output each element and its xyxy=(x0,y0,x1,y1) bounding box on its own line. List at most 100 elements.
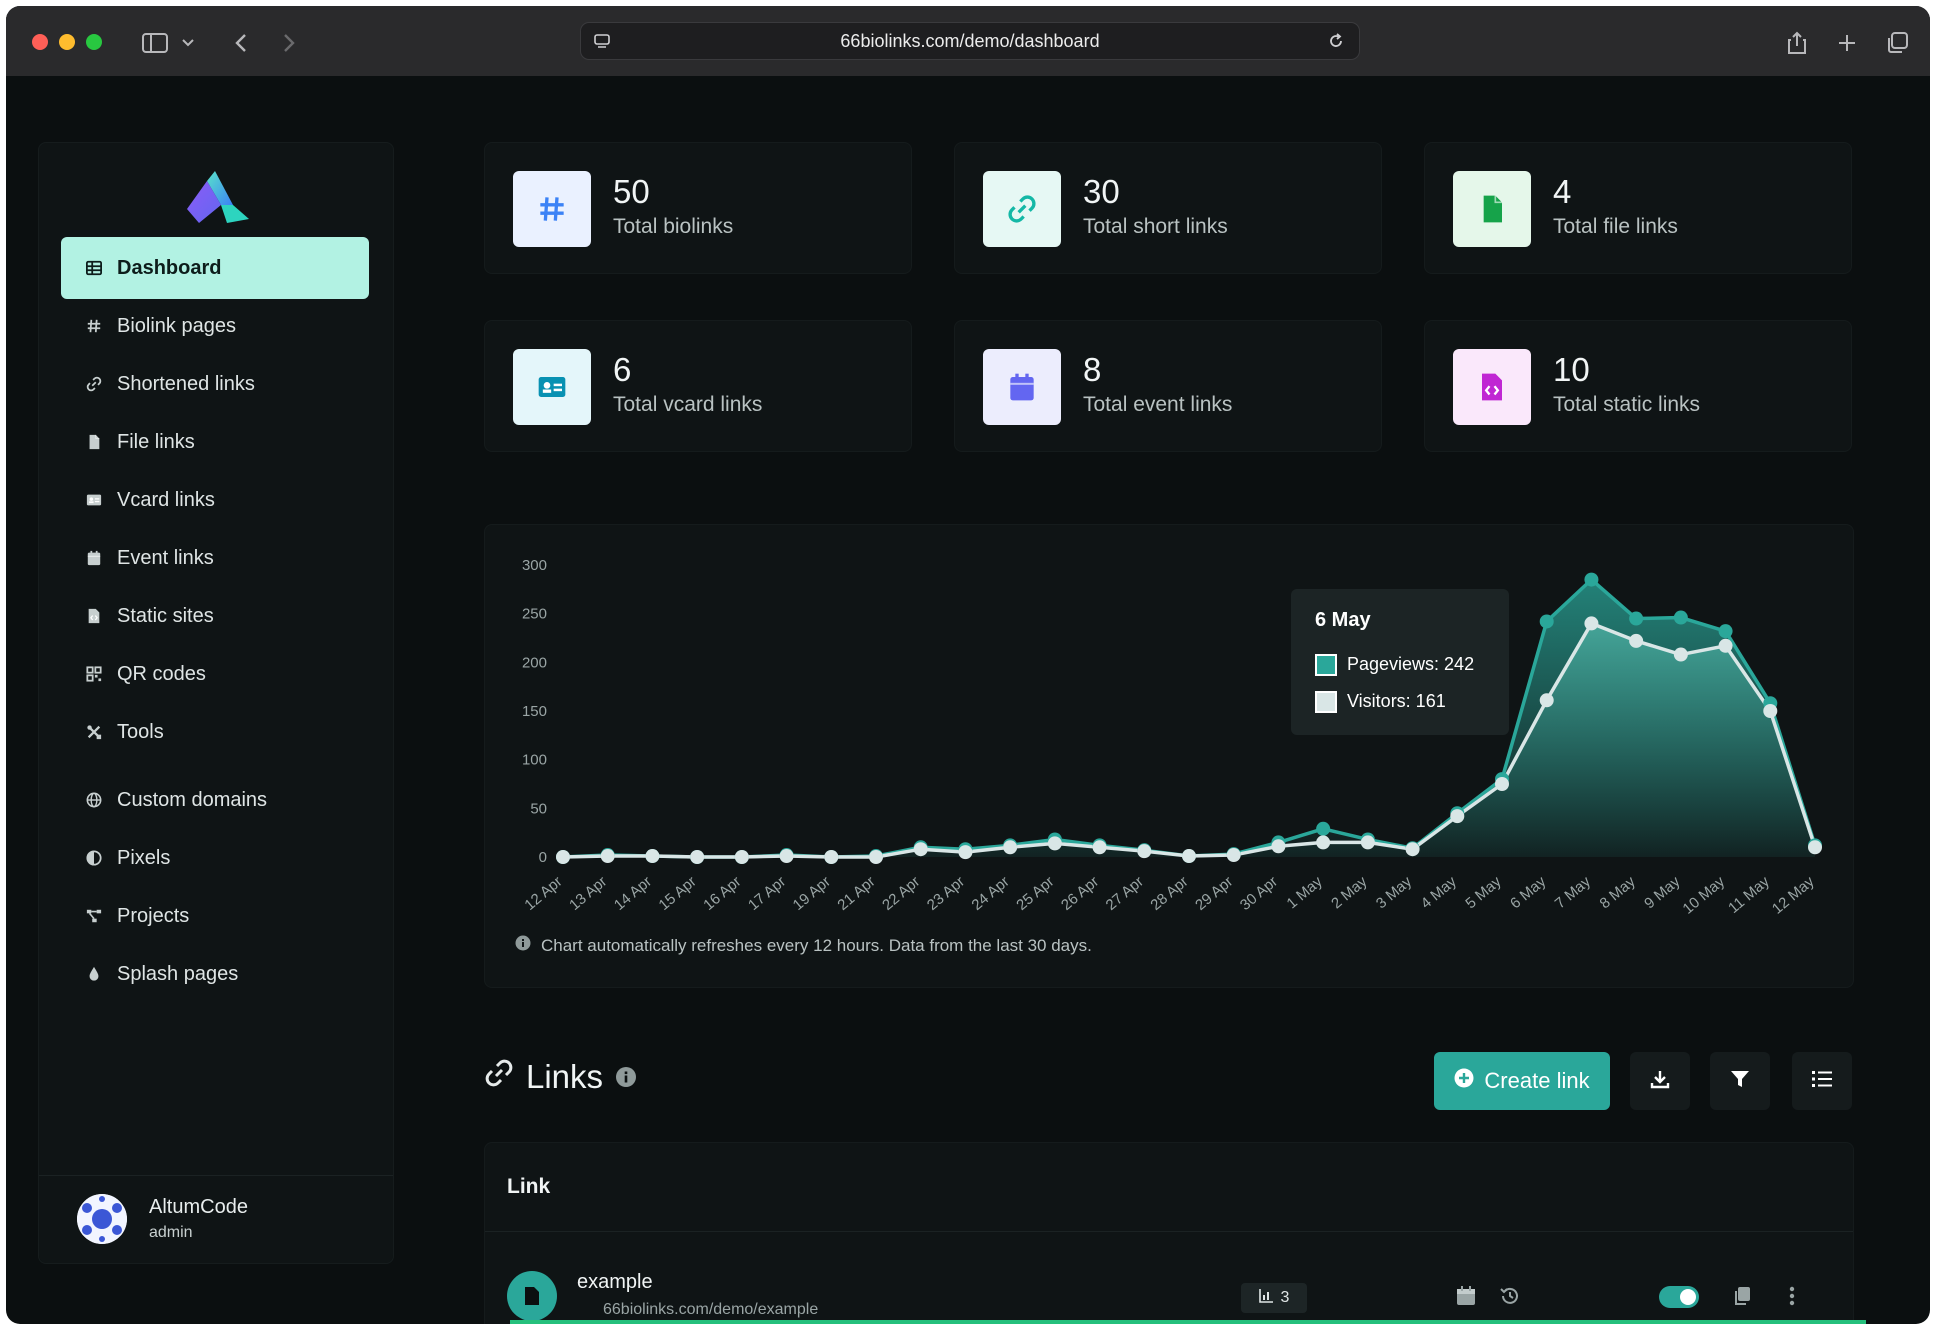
x-tick-label: 24 Apr xyxy=(969,873,1013,914)
back-icon[interactable] xyxy=(224,26,258,60)
user-menu[interactable]: AltumCode admin xyxy=(39,1175,393,1263)
x-tick-label: 8 May xyxy=(1596,873,1639,913)
sidebar-item-dashboard[interactable]: Dashboard xyxy=(61,237,369,299)
x-tick-label: 5 May xyxy=(1462,873,1505,913)
x-tick-label: 22 Apr xyxy=(879,873,923,914)
stat-label: Total vcard links xyxy=(613,393,763,416)
bar-chart-icon xyxy=(1258,1288,1273,1308)
y-tick-label: 250 xyxy=(522,606,547,623)
sidebar-item-tools[interactable]: Tools xyxy=(61,701,369,763)
tooltip-pageviews: Pageviews: 242 xyxy=(1347,654,1475,674)
links-heading: Links xyxy=(484,1058,637,1096)
sidebar-toggle-icon[interactable] xyxy=(138,26,172,60)
stat-label: Total static links xyxy=(1553,393,1701,416)
sidebar-item-biolink-pages[interactable]: Biolink pages xyxy=(61,295,369,357)
link-url[interactable]: 66biolinks.com/demo/example xyxy=(603,1301,818,1319)
filter-button[interactable] xyxy=(1710,1052,1770,1110)
list-view-button[interactable] xyxy=(1792,1052,1852,1110)
x-tick-label: 4 May xyxy=(1418,873,1461,913)
sidebar-item-shortened-links[interactable]: Shortened links xyxy=(61,353,369,415)
stat-label: Total short links xyxy=(1083,215,1228,238)
close-window-button[interactable] xyxy=(32,34,48,50)
x-tick-label: 30 Apr xyxy=(1237,873,1281,914)
stat-card[interactable]: 4 Total file links xyxy=(1424,142,1852,274)
stat-card[interactable]: 30 Total short links xyxy=(954,142,1382,274)
x-tick-label: 12 Apr xyxy=(521,873,565,914)
sidebar-item-splash-pages[interactable]: Splash pages xyxy=(61,943,369,1005)
site-settings-icon[interactable] xyxy=(593,32,611,55)
calendar-icon[interactable] xyxy=(1453,1283,1479,1309)
series-area-visitors xyxy=(563,623,1815,857)
link-name[interactable]: example xyxy=(577,1271,653,1294)
stat-value: 30 xyxy=(1083,173,1120,210)
zoom-window-button[interactable] xyxy=(86,34,102,50)
chevron-down-icon[interactable] xyxy=(178,26,198,60)
data-point-pageviews xyxy=(1718,624,1733,639)
browser-toolbar: 66biolinks.com/demo/dashboard xyxy=(6,6,1930,76)
tooltip-row-pageviews: Pageviews: 242 xyxy=(1315,646,1485,683)
reload-icon[interactable] xyxy=(1327,32,1345,55)
sidebar-item-static-sites[interactable]: Static sites xyxy=(61,585,369,647)
tools-icon xyxy=(85,723,103,741)
y-tick-label: 200 xyxy=(522,654,547,671)
minimize-window-button[interactable] xyxy=(59,34,75,50)
y-tick-label: 0 xyxy=(539,849,547,866)
data-point-pageviews xyxy=(1629,611,1644,626)
file-icon xyxy=(85,433,103,451)
browser-window: 66biolinks.com/demo/dashboard Dashboard … xyxy=(6,6,1930,1324)
data-point-visitors xyxy=(1763,704,1778,718)
sidebar-item-projects[interactable]: Projects xyxy=(61,885,369,947)
id-card-icon xyxy=(513,349,591,425)
data-point-visitors xyxy=(1316,835,1331,850)
tooltip-visitors: Visitors: 161 xyxy=(1347,691,1446,711)
sidebar-item-file-links[interactable]: File links xyxy=(61,411,369,473)
qr-code-icon xyxy=(85,665,103,683)
file-icon xyxy=(507,1271,557,1321)
x-tick-label: 28 Apr xyxy=(1147,873,1191,914)
link-enabled-toggle[interactable] xyxy=(1659,1286,1699,1308)
sidebar-item-qr-codes[interactable]: QR codes xyxy=(61,643,369,705)
sidebar-item-pixels[interactable]: Pixels xyxy=(61,827,369,889)
sidebar-item-vcard-links[interactable]: Vcard links xyxy=(61,469,369,531)
x-tick-label: 1 May xyxy=(1283,873,1326,913)
create-link-button[interactable]: Create link xyxy=(1434,1052,1610,1110)
stat-value: 50 xyxy=(613,173,650,210)
stat-card[interactable]: 8 Total event links xyxy=(954,320,1382,452)
share-icon[interactable] xyxy=(1780,26,1814,60)
x-tick-label: 26 Apr xyxy=(1058,873,1102,914)
x-tick-label: 17 Apr xyxy=(745,873,789,914)
data-point-pageviews xyxy=(1316,821,1331,836)
table-icon xyxy=(85,259,103,277)
data-point-pageviews xyxy=(1673,610,1688,625)
x-tick-label: 27 Apr xyxy=(1103,873,1147,914)
copy-icon[interactable] xyxy=(1729,1283,1755,1309)
data-point-visitors xyxy=(1047,836,1062,851)
y-tick-label: 100 xyxy=(522,752,547,769)
history-icon[interactable] xyxy=(1497,1283,1523,1309)
stat-card[interactable]: 50 Total biolinks xyxy=(484,142,912,274)
address-bar[interactable]: 66biolinks.com/demo/dashboard xyxy=(580,22,1360,60)
sidebar-item-label: Custom domains xyxy=(117,788,268,811)
file-icon xyxy=(1453,171,1531,247)
download-button[interactable] xyxy=(1630,1052,1690,1110)
x-tick-label: 2 May xyxy=(1328,873,1371,913)
data-point-visitors xyxy=(779,849,794,864)
info-icon[interactable] xyxy=(615,1058,637,1096)
pageviews-chart[interactable]: 0 50 100 150 200 250 300 12 Apr 13 Apr 14 Apr 15 A… xyxy=(485,525,1855,925)
more-options-icon[interactable] xyxy=(1779,1283,1805,1309)
download-icon xyxy=(1650,1069,1670,1094)
y-tick-label: 300 xyxy=(522,557,547,574)
data-point-visitors xyxy=(1360,835,1375,850)
stat-card[interactable]: 10 Total static links xyxy=(1424,320,1852,452)
stat-value: 6 xyxy=(613,351,632,388)
divider xyxy=(485,1231,1853,1232)
tab-overview-icon[interactable] xyxy=(1880,26,1914,60)
forward-icon[interactable] xyxy=(272,26,306,60)
x-tick-label: 13 Apr xyxy=(566,873,610,914)
clicks-badge[interactable]: 3 xyxy=(1241,1283,1307,1313)
new-tab-icon[interactable] xyxy=(1830,26,1864,60)
stat-card[interactable]: 6 Total vcard links xyxy=(484,320,912,452)
data-point-visitors xyxy=(1182,849,1196,864)
sidebar-item-custom-domains[interactable]: Custom domains xyxy=(61,769,369,831)
sidebar-item-event-links[interactable]: Event links xyxy=(61,527,369,589)
